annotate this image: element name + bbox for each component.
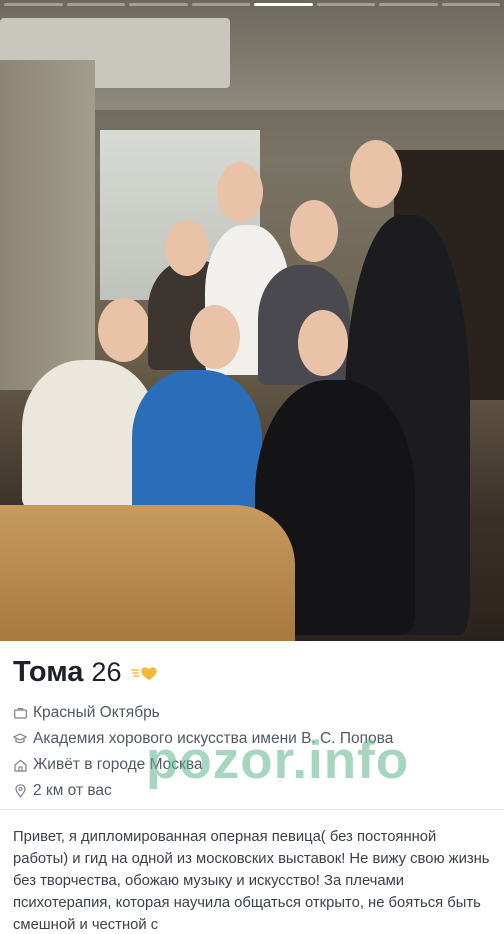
location-pin-icon bbox=[13, 784, 27, 798]
info-distance-text: 2 км от вас bbox=[33, 782, 112, 799]
info-work: Красный Октябрь bbox=[13, 700, 393, 726]
photo-progress-segment[interactable] bbox=[254, 3, 313, 6]
home-icon bbox=[13, 758, 27, 772]
photo-progress-segment[interactable] bbox=[316, 3, 375, 6]
graduation-cap-icon bbox=[13, 732, 27, 746]
photo-person-head bbox=[290, 200, 338, 262]
photo-progress-segment[interactable] bbox=[66, 3, 125, 6]
profile-bio: Привет, я дипломированная оперная певица… bbox=[13, 829, 490, 933]
photo-person bbox=[132, 370, 262, 520]
photo-progress-segment[interactable] bbox=[191, 3, 250, 6]
profile-name: Тома bbox=[13, 656, 84, 688]
section-divider bbox=[0, 809, 504, 810]
photo-progress-segment[interactable] bbox=[129, 3, 188, 6]
watermark: pozor.info bbox=[146, 731, 410, 790]
briefcase-icon bbox=[13, 706, 27, 720]
profile-header: Тома 26 bbox=[13, 656, 159, 689]
profile-age: 26 bbox=[91, 657, 122, 687]
photo-progress-segment[interactable] bbox=[441, 3, 500, 6]
photo-progress-bar bbox=[0, 3, 504, 7]
photo-person-head bbox=[98, 298, 150, 362]
photo-person-head bbox=[350, 140, 402, 208]
photo-person-head bbox=[298, 310, 348, 376]
photo-person-head bbox=[165, 220, 209, 276]
photo-person-head bbox=[190, 305, 240, 369]
photo-person-head bbox=[217, 162, 263, 222]
photo-progress-segment[interactable] bbox=[4, 3, 63, 6]
wavy-heart-badge-icon bbox=[131, 664, 159, 682]
photo-wall bbox=[0, 60, 95, 390]
profile-photo[interactable] bbox=[0, 0, 504, 641]
photo-table bbox=[0, 505, 295, 641]
photo-progress-segment[interactable] bbox=[379, 3, 438, 6]
info-work-text: Красный Октябрь bbox=[33, 704, 160, 721]
